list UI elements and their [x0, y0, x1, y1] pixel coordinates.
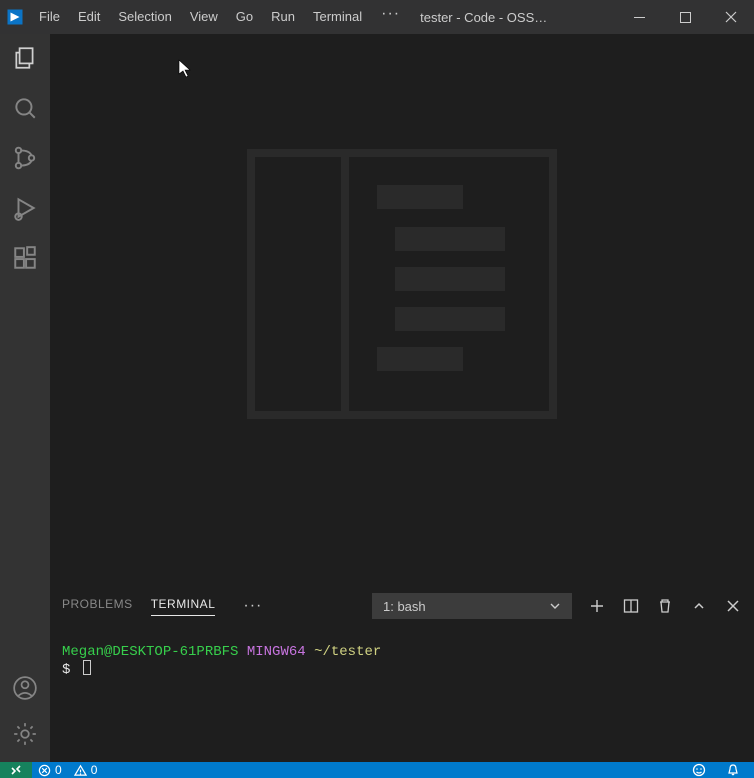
new-terminal-button[interactable] — [588, 597, 606, 615]
status-bar: 0 0 — [0, 762, 754, 778]
panel-tabs-overflow[interactable]: ··· — [233, 597, 262, 615]
warning-icon — [74, 764, 87, 777]
status-feedback[interactable] — [686, 763, 712, 777]
terminal-cursor — [83, 660, 91, 675]
window-controls — [616, 0, 754, 34]
main-area: PROBLEMS TERMINAL ··· 1: bash — [50, 34, 754, 762]
search-icon[interactable] — [11, 94, 39, 122]
menu-overflow[interactable]: ··· — [371, 0, 410, 34]
accounts-icon[interactable] — [11, 674, 39, 702]
activity-bar — [0, 34, 50, 762]
remote-indicator[interactable] — [0, 762, 32, 778]
window-title: tester - Code - OSS… — [410, 10, 616, 25]
terminal-output[interactable]: Megan@DESKTOP-61PRBFS MINGW64 ~/tester $ — [50, 624, 754, 762]
explorer-icon[interactable] — [11, 44, 39, 72]
status-errors[interactable]: 0 — [32, 763, 68, 777]
tab-problems[interactable]: PROBLEMS — [62, 597, 133, 615]
menu-terminal[interactable]: Terminal — [304, 0, 371, 34]
status-notifications[interactable] — [720, 763, 746, 777]
editor-watermark-icon — [247, 149, 557, 419]
menu-selection[interactable]: Selection — [109, 0, 180, 34]
chevron-down-icon — [549, 600, 561, 612]
mouse-cursor-icon — [178, 59, 192, 79]
editor-empty-area — [50, 34, 754, 587]
terminal-user: Megan@DESKTOP-61PRBFS — [62, 644, 238, 660]
menu-view[interactable]: View — [181, 0, 227, 34]
status-warnings[interactable]: 0 — [68, 763, 104, 777]
run-debug-icon[interactable] — [11, 194, 39, 222]
close-panel-button[interactable] — [724, 597, 742, 615]
status-warnings-count: 0 — [91, 763, 98, 777]
settings-gear-icon[interactable] — [11, 720, 39, 748]
terminal-prompt-symbol: $ — [62, 662, 70, 678]
terminal-env: MINGW64 — [247, 644, 306, 660]
error-icon — [38, 764, 51, 777]
panel-tabs: PROBLEMS TERMINAL ··· 1: bash — [50, 588, 754, 624]
terminal-cwd: ~/tester — [314, 644, 381, 660]
split-terminal-button[interactable] — [622, 597, 640, 615]
kill-terminal-button[interactable] — [656, 597, 674, 615]
terminal-selector[interactable]: 1: bash — [372, 593, 572, 619]
feedback-icon — [692, 763, 706, 777]
source-control-icon[interactable] — [11, 144, 39, 172]
tab-terminal[interactable]: TERMINAL — [151, 597, 216, 616]
maximize-button[interactable] — [662, 0, 708, 34]
minimize-button[interactable] — [616, 0, 662, 34]
menu-file[interactable]: File — [30, 0, 69, 34]
close-button[interactable] — [708, 0, 754, 34]
status-errors-count: 0 — [55, 763, 62, 777]
menu-go[interactable]: Go — [227, 0, 262, 34]
titlebar: File Edit Selection View Go Run Terminal… — [0, 0, 754, 34]
bell-icon — [726, 763, 740, 777]
maximize-panel-button[interactable] — [690, 597, 708, 615]
app-logo-icon — [0, 0, 30, 34]
menu-edit[interactable]: Edit — [69, 0, 109, 34]
panel: PROBLEMS TERMINAL ··· 1: bash — [50, 587, 754, 762]
terminal-selector-label: 1: bash — [383, 599, 426, 614]
main-menu: File Edit Selection View Go Run Terminal… — [30, 0, 410, 34]
menu-run[interactable]: Run — [262, 0, 304, 34]
extensions-icon[interactable] — [11, 244, 39, 272]
